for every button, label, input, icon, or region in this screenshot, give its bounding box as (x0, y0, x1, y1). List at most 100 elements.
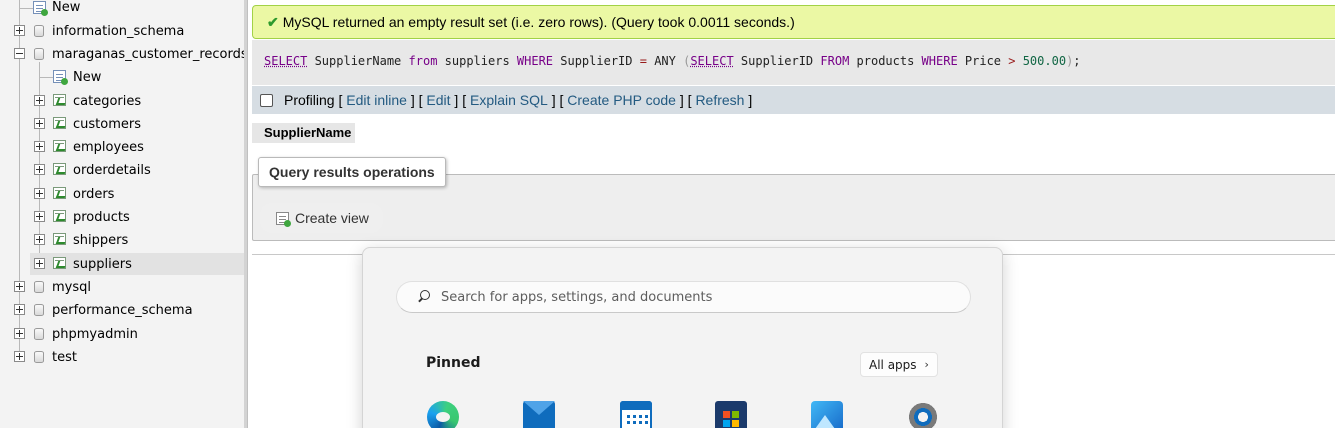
search-icon (417, 290, 431, 304)
bracket: [ (334, 92, 347, 108)
expand-icon[interactable] (34, 118, 45, 129)
table-icon (53, 187, 66, 199)
start-search-input[interactable] (441, 289, 941, 305)
create-view-label: Create view (295, 210, 369, 226)
sql-operator: = (639, 54, 647, 68)
expand-icon[interactable] (14, 304, 25, 315)
sql-query-display: SELECT SupplierName from suppliers WHERE… (252, 40, 1335, 85)
all-apps-button[interactable]: All apps › (860, 352, 938, 377)
chevron-right-icon: › (924, 358, 929, 371)
new-table-icon (53, 70, 68, 85)
create-view-button[interactable]: Create view (260, 203, 383, 233)
expand-icon[interactable] (14, 281, 25, 292)
expand-icon[interactable] (34, 234, 45, 245)
sql-keyword: from (408, 54, 438, 68)
sql-token: SupplierID (553, 54, 640, 68)
database-icon (34, 281, 44, 293)
sidebar-item-products[interactable]: products (73, 206, 130, 228)
result-column-header[interactable]: SupplierName (260, 123, 356, 143)
expand-icon[interactable] (34, 188, 45, 199)
profiling-checkbox[interactable] (260, 93, 273, 107)
table-icon (53, 117, 66, 129)
sidebar-item-performance-schema[interactable]: performance_schema (52, 299, 193, 321)
photos-icon[interactable] (811, 401, 843, 428)
expand-icon[interactable] (14, 351, 25, 362)
database-icon (34, 25, 44, 37)
all-apps-label: All apps (869, 357, 917, 372)
sidebar-item-suppliers[interactable]: suppliers (73, 253, 132, 275)
table-icon (53, 163, 66, 175)
database-icon (34, 328, 44, 340)
sidebar-item-categories[interactable]: categories (73, 90, 141, 112)
table-icon (53, 233, 66, 245)
expand-icon[interactable] (34, 258, 45, 269)
sql-keyword: WHERE (516, 54, 554, 68)
sql-keyword: WHERE (921, 54, 958, 68)
sidebar-item-employees[interactable]: employees (73, 136, 144, 158)
tree-branch-line (39, 77, 53, 78)
success-message: ✔ MySQL returned an empty result set (i.… (252, 5, 1335, 39)
create-view-icon (276, 211, 291, 227)
sidebar-item-test[interactable]: test (52, 346, 77, 368)
database-icon (34, 304, 44, 316)
sidebar-item-orderdetails[interactable]: orderdetails (73, 159, 151, 181)
edit-link[interactable]: Edit (426, 92, 450, 108)
sidebar-item-information-schema[interactable]: information_schema (52, 20, 184, 42)
expand-icon[interactable] (34, 95, 45, 106)
edge-icon[interactable] (427, 401, 459, 428)
start-search-box[interactable] (396, 281, 971, 313)
sidebar-item-mysql[interactable]: mysql (52, 276, 91, 298)
database-icon (34, 48, 44, 60)
expand-icon[interactable] (34, 164, 45, 175)
edit-inline-link[interactable]: Edit inline (346, 92, 407, 108)
tree-branch-line (19, 8, 33, 9)
mail-icon[interactable] (523, 401, 555, 428)
create-php-code-link[interactable]: Create PHP code (567, 92, 676, 108)
expand-icon[interactable] (34, 211, 45, 222)
settings-icon[interactable] (907, 401, 939, 428)
sql-keyword[interactable]: SELECT (690, 54, 733, 68)
sidebar-item-maraganas-customer-records[interactable]: maraganas_customer_records (52, 43, 248, 65)
calendar-icon[interactable] (620, 401, 652, 428)
expand-icon[interactable] (14, 328, 25, 339)
table-icon (53, 140, 66, 152)
bracket: ] [ (450, 92, 470, 108)
sql-number: 500.00 (1015, 54, 1067, 68)
expand-icon[interactable] (14, 25, 25, 36)
checkmark-icon: ✔ (267, 13, 279, 30)
store-icon[interactable] (715, 401, 747, 428)
sql-token: SupplierID (733, 54, 821, 68)
expand-icon[interactable] (34, 141, 45, 152)
sidebar-item-phpmyadmin[interactable]: phpmyadmin (52, 323, 138, 345)
query-toolbar: Profiling [ Edit inline ] [ Edit ] [ Exp… (252, 86, 1335, 114)
collapse-icon[interactable] (14, 48, 25, 59)
sql-token: suppliers (437, 54, 517, 68)
query-results-operations-legend: Query results operations (258, 157, 446, 187)
result-row-marker (252, 123, 260, 143)
sql-token: ANY (646, 54, 684, 68)
sidebar-item-orders[interactable]: orders (73, 183, 114, 205)
sql-keyword: FROM (820, 54, 850, 68)
sidebar-item-new-table[interactable]: New (73, 66, 101, 88)
sidebar-item-shippers[interactable]: shippers (73, 229, 128, 251)
sql-token: Price (957, 54, 1009, 68)
sql-keyword[interactable]: SELECT (264, 54, 307, 68)
refresh-link[interactable]: Refresh (695, 92, 744, 108)
sidebar-resize-handle[interactable] (244, 0, 248, 428)
sidebar-item-new-database[interactable]: New (52, 0, 80, 18)
sql-token: ; (1073, 54, 1081, 68)
table-icon (53, 94, 66, 106)
table-icon (53, 257, 66, 269)
explain-sql-link[interactable]: Explain SQL (470, 92, 548, 108)
bracket: ] [ (547, 92, 568, 108)
bracket: ] (744, 92, 753, 108)
start-menu: Pinned All apps › (362, 247, 1003, 428)
sql-token: products (849, 54, 922, 68)
profiling-label: Profiling (284, 92, 335, 108)
sql-token: SupplierName (307, 54, 409, 68)
sidebar-item-customers[interactable]: customers (73, 113, 141, 135)
table-icon (53, 210, 66, 222)
success-message-text: MySQL returned an empty result set (i.e.… (282, 14, 795, 30)
bracket: ] [ (406, 92, 427, 108)
database-icon (34, 351, 44, 363)
